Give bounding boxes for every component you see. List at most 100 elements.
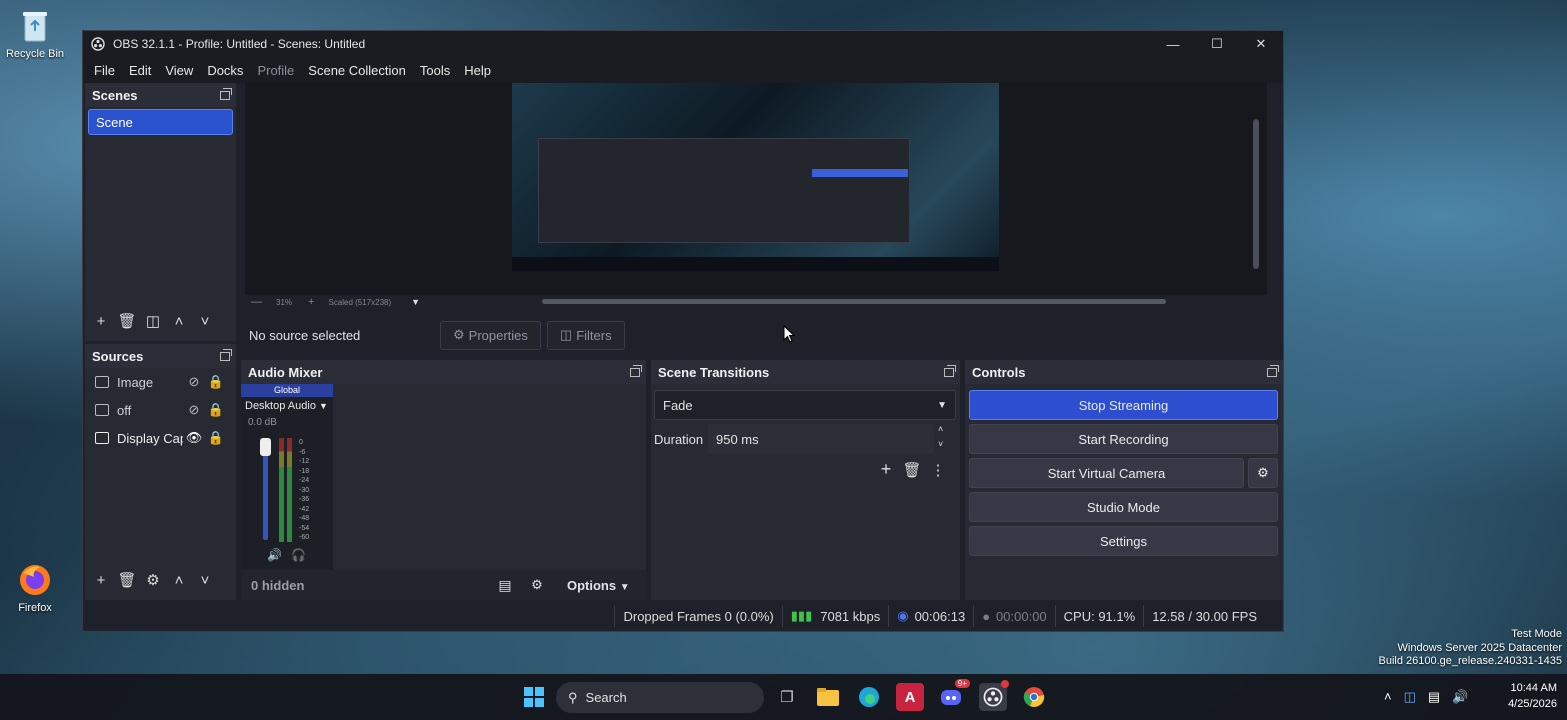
lock-icon[interactable]: 🔒 [205, 402, 227, 418]
preview-scrollbar-horizontal[interactable] [542, 299, 1166, 304]
scale-tick: -24 [299, 477, 310, 484]
bitrate: 7081 kbps [820, 608, 881, 624]
scenes-header: Scenes [85, 83, 236, 107]
speaker-icon[interactable]: 🔊 [267, 548, 282, 562]
options-button[interactable]: Options ▼ [553, 578, 630, 593]
move-down-icon[interactable]: ˅ [192, 313, 218, 330]
add-icon[interactable]: + [88, 313, 114, 330]
source-row[interactable]: Image ⊘ 🔒 [85, 368, 236, 396]
watermark-line: Build 26100.ge_release.240331-1435 [1378, 655, 1563, 667]
menu-view[interactable]: View [158, 63, 200, 78]
scale-tick: -48 [299, 515, 310, 522]
image-icon [95, 404, 109, 416]
scene-item[interactable]: Scene [88, 109, 233, 135]
undock-icon[interactable] [220, 348, 232, 361]
channel-name[interactable]: Desktop Audio ▼ [241, 397, 333, 415]
menu-help[interactable]: Help [457, 63, 498, 78]
maximize-icon[interactable]: ☐ [1195, 31, 1239, 57]
title-bar[interactable]: OBS 32.1.1 - Profile: Untitled - Scenes:… [83, 31, 1283, 57]
studio-mode-button[interactable]: Studio Mode [969, 492, 1278, 522]
options-label: Options [567, 577, 617, 593]
eye-icon[interactable]: 👁 [183, 430, 205, 446]
settings-button[interactable]: Settings [969, 526, 1278, 556]
task-view-icon[interactable]: ❐ [773, 683, 801, 711]
sources-toolbar: + 🗑 ⚙ ˄ ˅ [88, 571, 218, 590]
spin-down-icon[interactable]: ˅ [938, 439, 943, 449]
trash-icon[interactable]: 🗑 [899, 461, 925, 479]
move-up-icon[interactable]: ˄ [166, 572, 192, 589]
scenes-toolbar: + 🗑 ◫ ˄ ˅ [88, 312, 218, 331]
chevron-up-icon[interactable]: ˄ [1384, 689, 1392, 705]
discord-icon[interactable]: 9+ [938, 679, 970, 711]
close-icon[interactable]: ✕ [1239, 31, 1283, 57]
nested-obs-preview [538, 138, 910, 243]
duration-spinbox[interactable]: 950 ms [708, 424, 934, 454]
undock-icon[interactable] [630, 364, 642, 377]
undock-icon[interactable] [220, 87, 232, 100]
file-explorer-icon[interactable] [814, 683, 842, 711]
source-row[interactable]: off ⊘ 🔒 [85, 396, 236, 424]
move-down-icon[interactable]: ˅ [192, 572, 218, 589]
start-virtual-camera-button[interactable]: Start Virtual Camera [969, 458, 1244, 488]
advanced-audio-icon[interactable]: ⚙ [521, 577, 553, 593]
clock[interactable]: 10:44 AM 4/25/2026 [1508, 680, 1557, 712]
menu-tools[interactable]: Tools [413, 63, 457, 78]
scale-tick: -18 [299, 467, 310, 475]
nested-taskbar [512, 257, 999, 271]
obs-taskbar-icon[interactable] [979, 680, 1009, 711]
menu-edit[interactable]: Edit [122, 63, 158, 78]
more-vertical-icon[interactable]: ⋮ [925, 461, 951, 479]
chrome-icon[interactable] [1020, 683, 1048, 711]
zoom-out-icon[interactable]: — [245, 296, 268, 308]
mixer-channel: Global Desktop Audio ▼ 0.0 dB 0 -6 -12 -… [241, 384, 333, 570]
minimize-icon[interactable]: — [1151, 31, 1195, 57]
transitions-toolbar: + 🗑 ⋮ [873, 459, 951, 480]
chevron-down-icon[interactable]: ▼ [397, 297, 426, 307]
acrobat-icon[interactable]: A [896, 683, 924, 711]
volume-icon[interactable]: 🔊 [1452, 689, 1468, 705]
undock-icon[interactable] [944, 364, 956, 377]
trash-icon[interactable]: 🗑 [114, 312, 140, 330]
start-recording-button[interactable]: Start Recording [969, 424, 1278, 454]
preview-canvas[interactable] [245, 83, 1267, 295]
menu-file[interactable]: File [87, 63, 122, 78]
menu-bar: File Edit View Docks Profile Scene Colle… [83, 57, 1283, 83]
add-icon[interactable]: + [88, 572, 114, 589]
move-up-icon[interactable]: ˄ [166, 313, 192, 330]
spin-up-icon[interactable]: ˄ [938, 424, 943, 434]
gear-icon[interactable]: ⚙ [140, 571, 166, 589]
transition-select[interactable]: Fade ▼ [654, 390, 956, 420]
filters-button[interactable]: ◫ Filters [546, 320, 625, 350]
volume-handle[interactable] [260, 438, 271, 456]
eye-hidden-icon[interactable]: ⊘ [183, 402, 205, 418]
virtual-camera-settings-button[interactable]: ⚙ [1248, 458, 1278, 488]
zoom-in-icon[interactable]: + [300, 296, 322, 308]
source-row[interactable]: Display Cap 👁 🔒 [85, 424, 236, 452]
taskbar-search[interactable]: ⚲ Search [556, 682, 764, 713]
headphones-icon[interactable]: 🎧 [291, 548, 306, 562]
start-button[interactable] [520, 683, 548, 711]
sources-header: Sources [85, 344, 236, 368]
properties-button[interactable]: ⚙ Properties [440, 320, 541, 350]
eye-hidden-icon[interactable]: ⊘ [183, 374, 205, 390]
menu-docks[interactable]: Docks [200, 63, 250, 78]
add-icon[interactable]: + [873, 459, 899, 480]
network-icon[interactable]: ▤ [1428, 689, 1440, 705]
recycle-bin-icon [17, 8, 53, 44]
layout-icon[interactable]: ▤ [489, 577, 521, 594]
stop-streaming-button[interactable]: Stop Streaming [969, 390, 1278, 420]
lock-icon[interactable]: 🔒 [205, 374, 227, 390]
preview-scrollbar-vertical[interactable] [1253, 119, 1259, 269]
menu-scene-collection[interactable]: Scene Collection [301, 63, 413, 78]
lock-icon[interactable]: 🔒 [205, 430, 227, 446]
undock-icon[interactable] [1267, 364, 1279, 377]
notification-badge: 9+ [954, 679, 970, 688]
network-share-icon[interactable]: ◫ [1404, 689, 1416, 705]
desktop-firefox[interactable]: Firefox [0, 562, 70, 614]
trash-icon[interactable]: 🗑 [114, 571, 140, 589]
menu-profile[interactable]: Profile [250, 63, 301, 78]
edge-icon[interactable] [855, 683, 883, 711]
record-time: 00:00:00 [996, 608, 1047, 624]
filter-icon[interactable]: ◫ [140, 312, 166, 330]
desktop-recycle-bin[interactable]: Recycle Bin [0, 8, 70, 60]
